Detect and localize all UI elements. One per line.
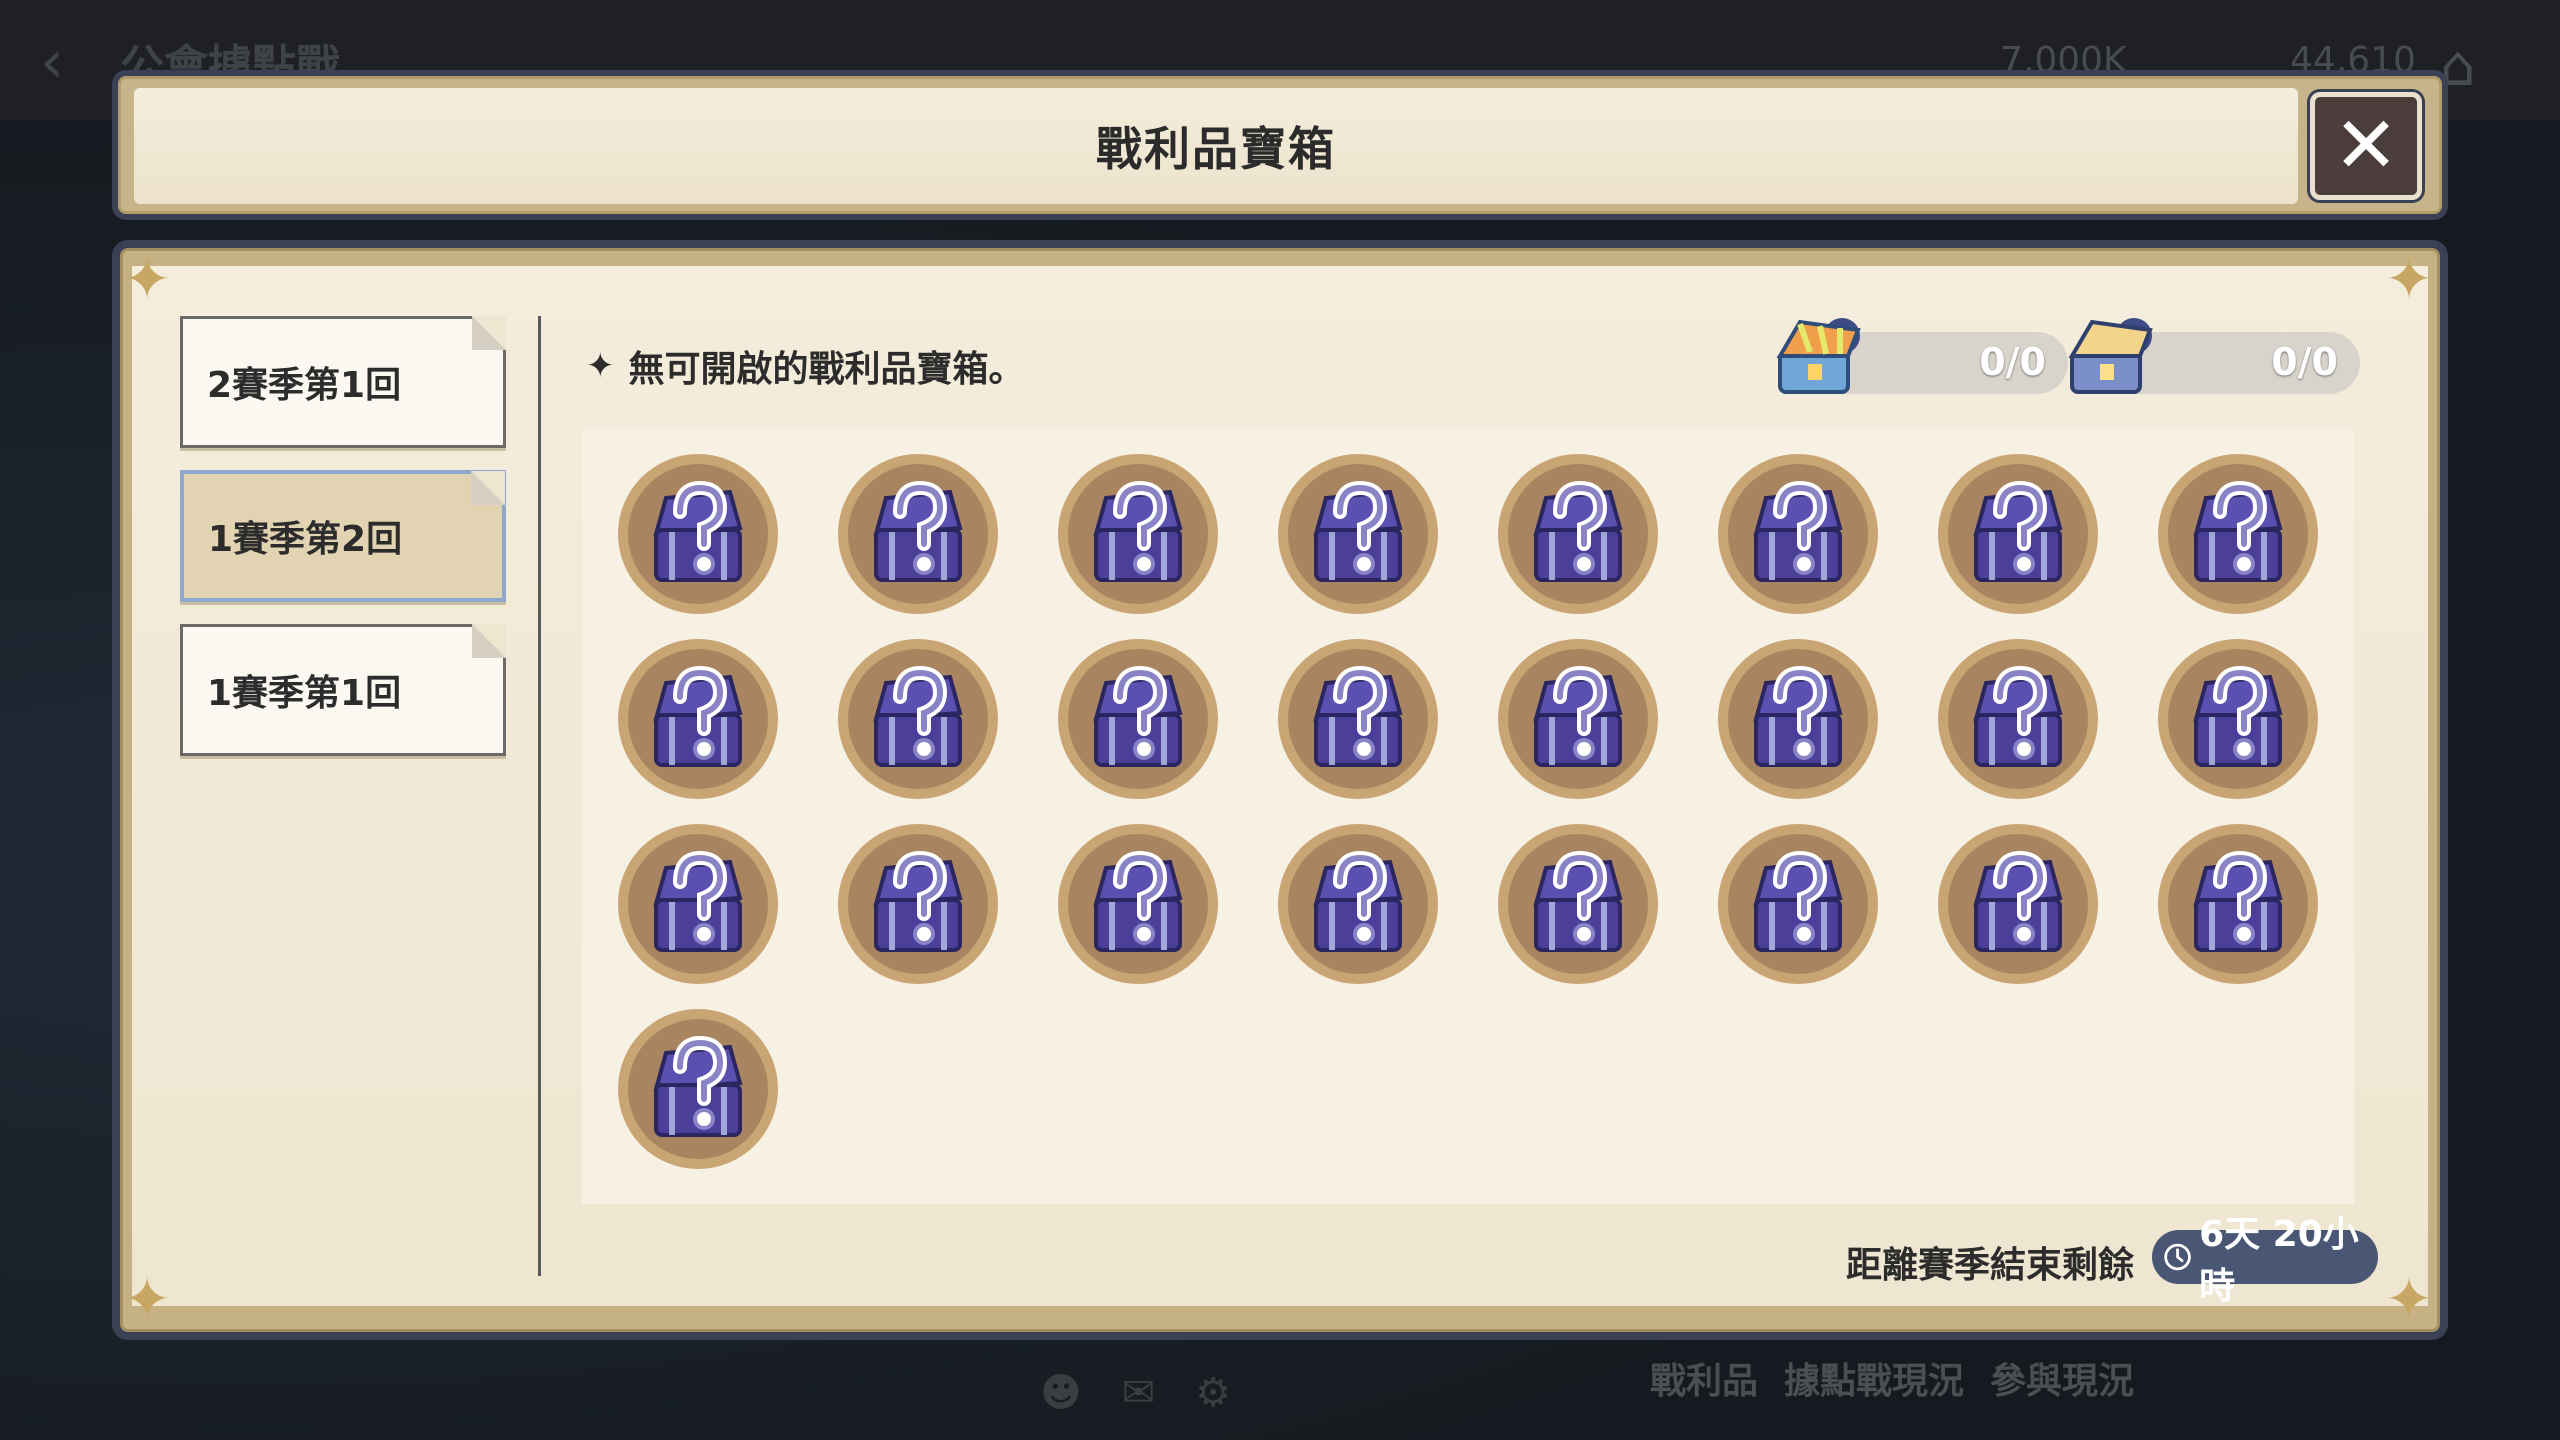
mystery-chest-icon bbox=[2158, 824, 2318, 984]
mystery-chest-slot[interactable] bbox=[1936, 637, 2100, 801]
close-icon: ✕ bbox=[2333, 101, 2399, 191]
dialog-title: 戰利品寶箱 bbox=[1096, 122, 1336, 176]
close-button[interactable]: ✕ bbox=[2310, 92, 2422, 200]
mystery-chest-slot[interactable] bbox=[616, 637, 780, 801]
corner-star-icon: ✦ bbox=[122, 1265, 172, 1333]
mystery-chest-icon bbox=[618, 1009, 778, 1169]
mystery-chest-slot[interactable] bbox=[1496, 637, 1660, 801]
season-tab-2-1[interactable]: 2賽季第1回 bbox=[180, 316, 506, 448]
mystery-chest-slot[interactable] bbox=[2156, 637, 2320, 801]
season-tab-label: 1賽季第1回 bbox=[207, 673, 402, 714]
season-tab-1-2[interactable]: 1賽季第2回 bbox=[180, 470, 506, 602]
mystery-chest-slot[interactable] bbox=[836, 822, 1000, 986]
mystery-chest-icon bbox=[1938, 824, 2098, 984]
corner-star-icon: ✦ bbox=[2384, 1265, 2434, 1333]
sparkle-icon: ✦ bbox=[586, 346, 615, 386]
mystery-chest-icon bbox=[1278, 639, 1438, 799]
mystery-chest-icon bbox=[1058, 639, 1218, 799]
mystery-chest-icon bbox=[2158, 639, 2318, 799]
mystery-chest-icon bbox=[1938, 639, 2098, 799]
mystery-chest-slot[interactable] bbox=[1056, 452, 1220, 616]
season-remaining-value: 6天 20小時 bbox=[2199, 1214, 2359, 1307]
season-remaining-label: 距離賽季結束剩餘 bbox=[1846, 1245, 2135, 1286]
mystery-chest-slot[interactable] bbox=[836, 452, 1000, 616]
mystery-chest-icon bbox=[618, 824, 778, 984]
sidebar-divider bbox=[538, 316, 541, 1276]
mystery-chest-icon bbox=[618, 639, 778, 799]
notice: ✦ 無可開啟的戰利品寶箱。 bbox=[586, 340, 1025, 392]
mystery-chest-icon bbox=[1058, 454, 1218, 614]
dialog-header: 戰利品寶箱 bbox=[134, 88, 2298, 204]
season-remaining-badge: 6天 20小時 bbox=[2152, 1214, 2378, 1307]
corner-star-icon: ✦ bbox=[122, 245, 172, 313]
mystery-chest-icon bbox=[1938, 454, 2098, 614]
mystery-chest-slot[interactable] bbox=[2156, 822, 2320, 986]
mystery-chest-slot[interactable] bbox=[836, 637, 1000, 801]
mystery-chest-icon bbox=[2158, 454, 2318, 614]
rainbow-chest-icon bbox=[1776, 318, 1861, 394]
mystery-chest-icon bbox=[838, 454, 998, 614]
mystery-chest-slot[interactable] bbox=[2156, 452, 2320, 616]
mystery-chest-slot[interactable] bbox=[1276, 822, 1440, 986]
gold-chest-count: 0/0 bbox=[2271, 340, 2338, 384]
mystery-chest-slot[interactable] bbox=[1496, 822, 1660, 986]
mystery-chest-icon bbox=[1498, 454, 1658, 614]
mystery-chest-icon bbox=[1498, 639, 1658, 799]
mystery-chest-slot[interactable] bbox=[1716, 822, 1880, 986]
corner-star-icon: ✦ bbox=[2384, 245, 2434, 313]
mystery-chest-icon bbox=[1718, 454, 1878, 614]
mystery-chest-slot[interactable] bbox=[1716, 452, 1880, 616]
rainbow-chest-count: 0/0 bbox=[1979, 340, 2046, 384]
season-tab-label: 2賽季第1回 bbox=[207, 365, 402, 406]
mystery-chest-slot[interactable] bbox=[1936, 822, 2100, 986]
chest-grid-area bbox=[582, 428, 2354, 1204]
mystery-chest-slot[interactable] bbox=[1276, 452, 1440, 616]
notice-text: 無可開啟的戰利品寶箱。 bbox=[628, 349, 1025, 390]
mystery-chest-icon bbox=[1278, 824, 1438, 984]
mystery-chest-slot[interactable] bbox=[1936, 452, 2100, 616]
mystery-chest-icon bbox=[1498, 824, 1658, 984]
mystery-chest-slot[interactable] bbox=[1496, 452, 1660, 616]
chest-grid bbox=[616, 452, 2320, 1171]
mystery-chest-icon bbox=[838, 639, 998, 799]
mystery-chest-icon bbox=[838, 824, 998, 984]
mystery-chest-icon bbox=[1718, 824, 1878, 984]
mystery-chest-icon bbox=[618, 454, 778, 614]
gold-chest-icon bbox=[2068, 318, 2153, 394]
clock-icon bbox=[2164, 1243, 2191, 1271]
season-tab-label: 1賽季第2回 bbox=[208, 519, 403, 560]
mystery-chest-icon bbox=[1718, 639, 1878, 799]
season-tab-1-1[interactable]: 1賽季第1回 bbox=[180, 624, 506, 756]
mystery-chest-slot[interactable] bbox=[616, 452, 780, 616]
mystery-chest-slot[interactable] bbox=[616, 1007, 780, 1171]
mystery-chest-icon bbox=[1058, 824, 1218, 984]
rainbow-chest-counter: 0/0 bbox=[1776, 318, 2068, 394]
mystery-chest-slot[interactable] bbox=[616, 822, 780, 986]
mystery-chest-slot[interactable] bbox=[1716, 637, 1880, 801]
gold-chest-counter: 0/0 bbox=[2068, 318, 2360, 394]
mystery-chest-slot[interactable] bbox=[1056, 822, 1220, 986]
mystery-chest-slot[interactable] bbox=[1276, 637, 1440, 801]
mystery-chest-icon bbox=[1278, 454, 1438, 614]
mystery-chest-slot[interactable] bbox=[1056, 637, 1220, 801]
